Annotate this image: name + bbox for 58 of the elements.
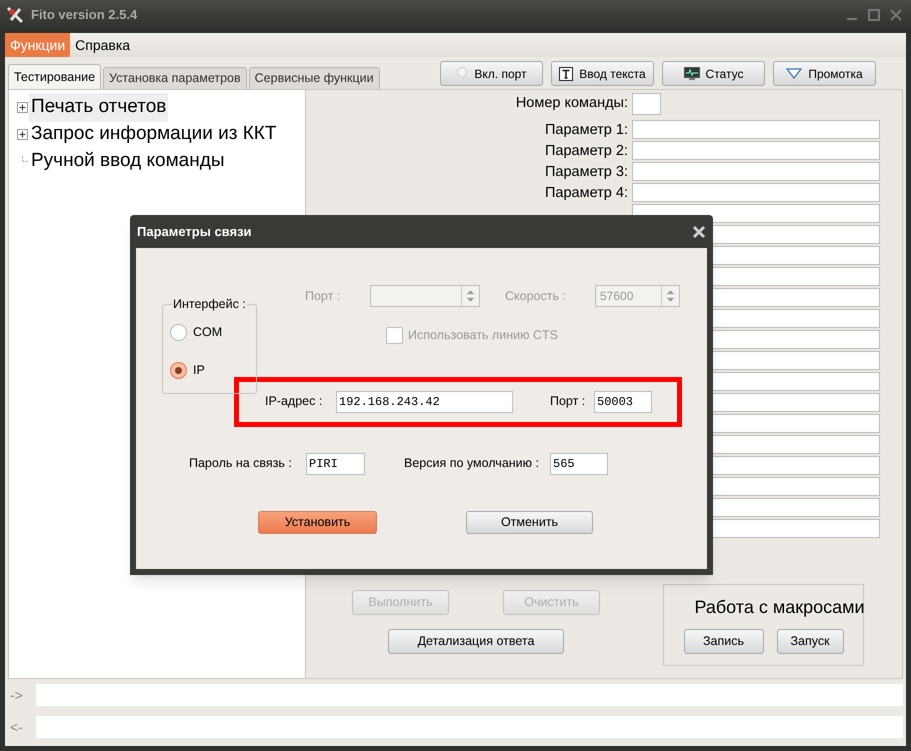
triangle-down-icon bbox=[786, 68, 802, 79]
toolbar-button[interactable]: Ввод текста bbox=[551, 61, 654, 86]
console-field[interactable] bbox=[36, 716, 903, 738]
macros-title: Работа с макросами bbox=[694, 596, 865, 619]
radio-button[interactable] bbox=[170, 362, 187, 379]
window-title: Fito version 2.5.4 bbox=[31, 6, 138, 24]
field-label: Порт : bbox=[550, 393, 586, 410]
ip-port-field[interactable]: 50003 bbox=[594, 390, 652, 413]
console-field[interactable] bbox=[36, 684, 903, 706]
text-icon bbox=[559, 66, 574, 80]
field-label: Параметр 1: bbox=[545, 122, 628, 138]
expand-icon[interactable] bbox=[17, 102, 28, 113]
toolbar-button[interactable]: Вкл. порт bbox=[440, 61, 543, 86]
tab[interactable]: Тестирование bbox=[8, 64, 102, 89]
toolbar-button[interactable]: Статус bbox=[662, 61, 765, 86]
version-field[interactable]: 565 bbox=[550, 452, 608, 475]
maximize-icon[interactable] bbox=[868, 9, 880, 21]
dialog-button[interactable]: Установить bbox=[258, 510, 377, 534]
close-icon[interactable] bbox=[692, 224, 706, 238]
field-label: Номер команды: bbox=[514, 94, 629, 114]
field-label: Порт : bbox=[305, 288, 342, 305]
console-prompt: -> bbox=[9, 686, 24, 704]
field-label: Версия по умолчанию : bbox=[404, 455, 540, 472]
macro-button[interactable]: Запуск bbox=[776, 629, 844, 654]
dialog-button[interactable]: Отменить bbox=[466, 510, 593, 534]
expand-icon[interactable] bbox=[17, 129, 28, 140]
macro-button[interactable]: Запись bbox=[684, 629, 764, 654]
password-field[interactable]: PIRI bbox=[306, 452, 365, 475]
radio-label: IP bbox=[193, 362, 205, 379]
parameter-field[interactable] bbox=[632, 162, 880, 181]
field-label: Параметр 3: bbox=[545, 164, 628, 180]
parameter-field[interactable] bbox=[632, 183, 880, 202]
detail-button[interactable]: Детализация ответа bbox=[388, 629, 564, 654]
radio-label: COM bbox=[193, 324, 222, 341]
tree-item[interactable]: Печать отчетов bbox=[29, 93, 168, 122]
toolbar-button[interactable]: Промотка bbox=[773, 61, 876, 86]
radio-button[interactable] bbox=[170, 324, 187, 341]
field-label: Параметр 4: bbox=[545, 184, 628, 200]
tree-item[interactable]: Ручной ввод команды bbox=[29, 147, 226, 176]
field-label: Пароль на связь : bbox=[189, 455, 293, 472]
command-number-field[interactable] bbox=[632, 93, 661, 115]
tab[interactable]: Сервисные функции bbox=[248, 67, 380, 89]
ip-address-field[interactable]: 192.168.243.42 bbox=[336, 390, 513, 413]
field-label: Параметр 2: bbox=[545, 142, 628, 158]
monitor-icon bbox=[684, 67, 700, 80]
checkbox-label: Использовать линию CTS bbox=[408, 327, 558, 344]
app-icon bbox=[5, 5, 25, 25]
tree-item[interactable]: Запрос информации из ККТ bbox=[29, 120, 278, 149]
tab[interactable]: Установка параметров bbox=[103, 67, 247, 89]
field-label: IP-адрес : bbox=[265, 393, 324, 410]
field-label: Скорость : bbox=[505, 288, 567, 305]
parameter-field[interactable] bbox=[632, 120, 880, 139]
parameter-field[interactable] bbox=[632, 141, 880, 160]
console-prompt: <- bbox=[9, 718, 24, 736]
group-title: Интерфейс : bbox=[172, 296, 247, 312]
dialog-title: Параметры связи bbox=[137, 222, 252, 241]
menu-item[interactable]: Справка bbox=[70, 33, 136, 57]
light-bulb-icon bbox=[456, 66, 468, 80]
